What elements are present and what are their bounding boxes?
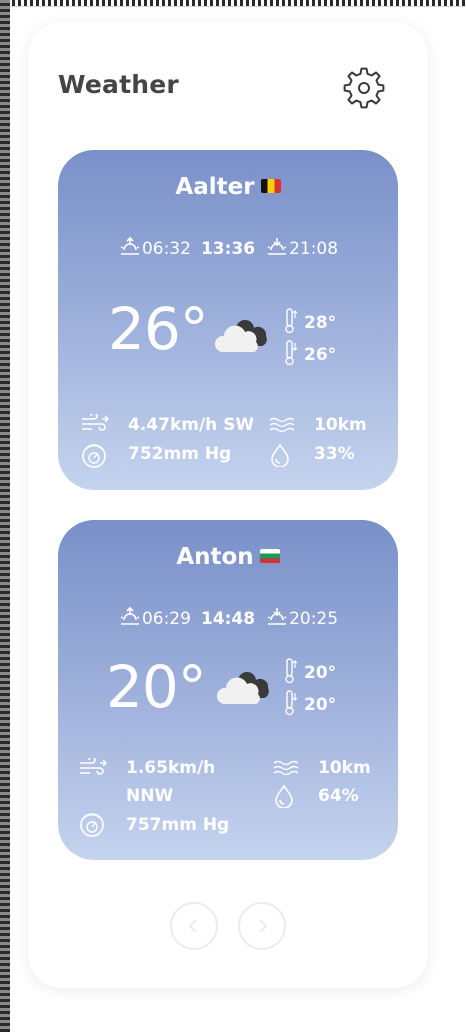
temp-max-value: 20° xyxy=(304,663,337,683)
bulgaria-flag-icon xyxy=(259,548,280,563)
barometer-icon xyxy=(82,444,106,468)
thermometer-down-icon xyxy=(284,690,298,721)
sunrise-time: 06:29 xyxy=(141,609,191,629)
current-temperature: 26° xyxy=(108,295,209,363)
thermometer-down-icon xyxy=(284,340,298,371)
settings-button[interactable] xyxy=(342,66,386,110)
pressure-value: 757mm Hg xyxy=(126,815,230,835)
pressure-value: 752mm Hg xyxy=(128,444,232,464)
sunrise-time: 06:32 xyxy=(141,239,191,259)
visibility-icon xyxy=(269,417,294,433)
window-left-border xyxy=(0,0,10,1032)
thermometer-up-icon xyxy=(284,658,298,689)
chevron-left-icon xyxy=(188,919,197,933)
chevron-right-icon xyxy=(259,919,268,933)
sunset-time: 20:25 xyxy=(289,609,339,629)
city-name: Anton xyxy=(176,544,254,570)
sunrise-icon xyxy=(118,606,142,631)
cloudy-icon xyxy=(216,671,269,704)
wind-icon xyxy=(80,758,107,775)
humidity-value: 64% xyxy=(318,786,359,806)
barometer-icon xyxy=(80,813,104,837)
wind-direction: NNW xyxy=(126,786,174,806)
temp-min-value: 26° xyxy=(304,345,337,365)
wind-speed: 1.65km/h xyxy=(126,758,216,778)
temp-min: 26° xyxy=(284,340,336,371)
window-top-border xyxy=(0,0,466,7)
solar-noon-time: 14:48 xyxy=(200,609,256,629)
temp-max-value: 28° xyxy=(304,313,337,333)
temp-min: 20° xyxy=(284,690,336,721)
visibility-value: 10km xyxy=(318,758,371,778)
weather-card-anton[interactable]: Anton 06:29 14:48 20:25 20° 20° 20° 1.65k… xyxy=(58,520,398,860)
sunset-time: 21:08 xyxy=(289,239,339,259)
city-header: Anton xyxy=(58,544,398,570)
city-header: Aalter xyxy=(58,174,398,200)
temp-min-value: 20° xyxy=(304,695,337,715)
solar-noon-time: 13:36 xyxy=(200,239,256,259)
wind-speed: 4.47km/h SW xyxy=(128,415,255,435)
previous-button[interactable] xyxy=(170,902,218,950)
app-title: Weather xyxy=(58,70,179,99)
weather-panel: Weather Aalter 06:32 13:36 21:08 26° 28° … xyxy=(28,22,428,988)
cloudy-icon xyxy=(214,319,267,352)
sun-times: 06:32 13:36 21:08 xyxy=(58,236,398,261)
sunset-icon xyxy=(265,236,289,261)
visibility-icon xyxy=(273,760,298,776)
current-temperature: 20° xyxy=(106,653,207,721)
city-name: Aalter xyxy=(175,174,255,200)
temp-max: 28° xyxy=(284,308,336,339)
visibility-value: 10km xyxy=(314,415,367,435)
sunset-icon xyxy=(265,606,289,631)
temp-max: 20° xyxy=(284,658,336,689)
gear-icon xyxy=(343,67,385,109)
sun-times: 06:29 14:48 20:25 xyxy=(58,606,398,631)
next-button[interactable] xyxy=(238,902,286,950)
thermometer-up-icon xyxy=(284,308,298,339)
wind-icon xyxy=(82,414,109,431)
humidity-icon xyxy=(275,784,293,808)
humidity-value: 33% xyxy=(314,444,355,464)
belgium-flag-icon xyxy=(260,178,281,193)
sunrise-icon xyxy=(118,236,142,261)
humidity-icon xyxy=(271,443,289,467)
weather-card-aalter[interactable]: Aalter 06:32 13:36 21:08 26° 28° 26° 4.47… xyxy=(58,150,398,490)
